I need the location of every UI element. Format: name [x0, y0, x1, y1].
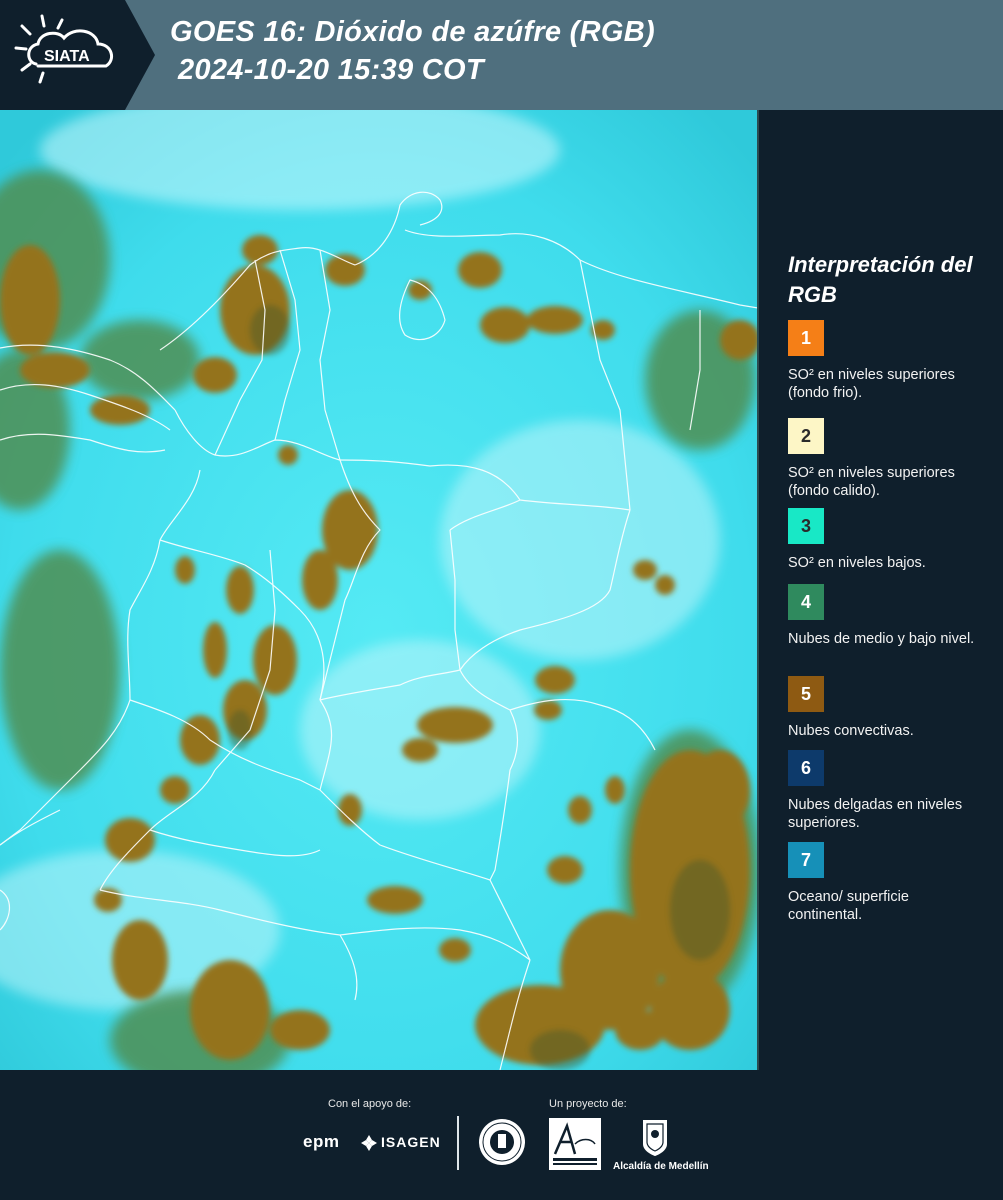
legend-text-1: SO² en niveles superiores (fondo frio).: [788, 367, 955, 401]
legend-swatch-7: 7: [788, 842, 824, 878]
alcaldia-shield-icon: [643, 1120, 667, 1156]
legend-item-5: 5 Nubes convectivas.: [788, 676, 988, 740]
legend-text-3: SO² en niveles bajos.: [788, 555, 926, 571]
legend-item-2: 2 SO² en niveles superiores (fondo calid…: [788, 418, 988, 500]
support-label: Con el apoyo de:: [328, 1098, 412, 1110]
medellin-seal-icon: [479, 1119, 525, 1165]
legend-item-4: 4 Nubes de medio y bajo nivel.: [788, 584, 988, 648]
page-title: GOES 16: Dióxido de azúfre (RGB): [170, 16, 655, 48]
legend-text-4: Nubes de medio y bajo nivel.: [788, 631, 975, 647]
siata-logo-icon: SIATA: [14, 14, 114, 84]
legend-swatch-4: 4: [788, 584, 824, 620]
project-label: Un proyecto de:: [549, 1098, 627, 1110]
legend-item-3: 3 SO² en niveles bajos.: [788, 508, 988, 572]
legend-item-1: 1 SO² en niveles superiores (fondo frio)…: [788, 320, 988, 402]
legend-text-2: SO² en niveles superiores (fondo calido)…: [788, 465, 955, 499]
logo-text: SIATA: [44, 48, 90, 65]
satellite-image: [0, 110, 758, 1070]
footer-divider: [457, 1116, 459, 1170]
epm-logo: epm: [303, 1132, 340, 1151]
legend-swatch-1: 1: [788, 320, 824, 356]
legend-text-6: Nubes delgadas en niveles superiores.: [788, 797, 963, 831]
footer: Con el apoyo de: Un proyecto de: epm ISA…: [0, 1070, 1003, 1200]
legend-swatch-3: 3: [788, 508, 824, 544]
page-timestamp: 2024-10-20 15:39 COT: [178, 54, 484, 86]
legend-swatch-6: 6: [788, 750, 824, 786]
legend-panel: Interpretación del RGB 1 SO² en niveles …: [766, 110, 1003, 1070]
isagen-logo: ISAGEN: [381, 1134, 441, 1150]
map-edge: [757, 110, 759, 1070]
legend-title: Interpretación del RGB: [788, 252, 973, 307]
alcaldia-label: Alcaldía de Medellín: [613, 1161, 709, 1172]
isagen-logo-icon: [361, 1135, 377, 1151]
header: SIATA GOES 16: Dióxido de azúfre (RGB) 2…: [0, 0, 1003, 110]
legend-text-7: Oceano/ superficie continental.: [788, 889, 909, 923]
legend-swatch-2: 2: [788, 418, 824, 454]
legend-text-5: Nubes convectivas.: [788, 723, 914, 739]
legend-item-6: 6 Nubes delgadas en niveles superiores.: [788, 750, 988, 832]
area-metropolitana-logo-icon: [549, 1118, 601, 1170]
siata-logo: SIATA: [0, 0, 155, 110]
legend-swatch-5: 5: [788, 676, 824, 712]
legend-item-7: 7 Oceano/ superficie continental.: [788, 842, 988, 924]
satellite-map: [0, 110, 758, 1070]
